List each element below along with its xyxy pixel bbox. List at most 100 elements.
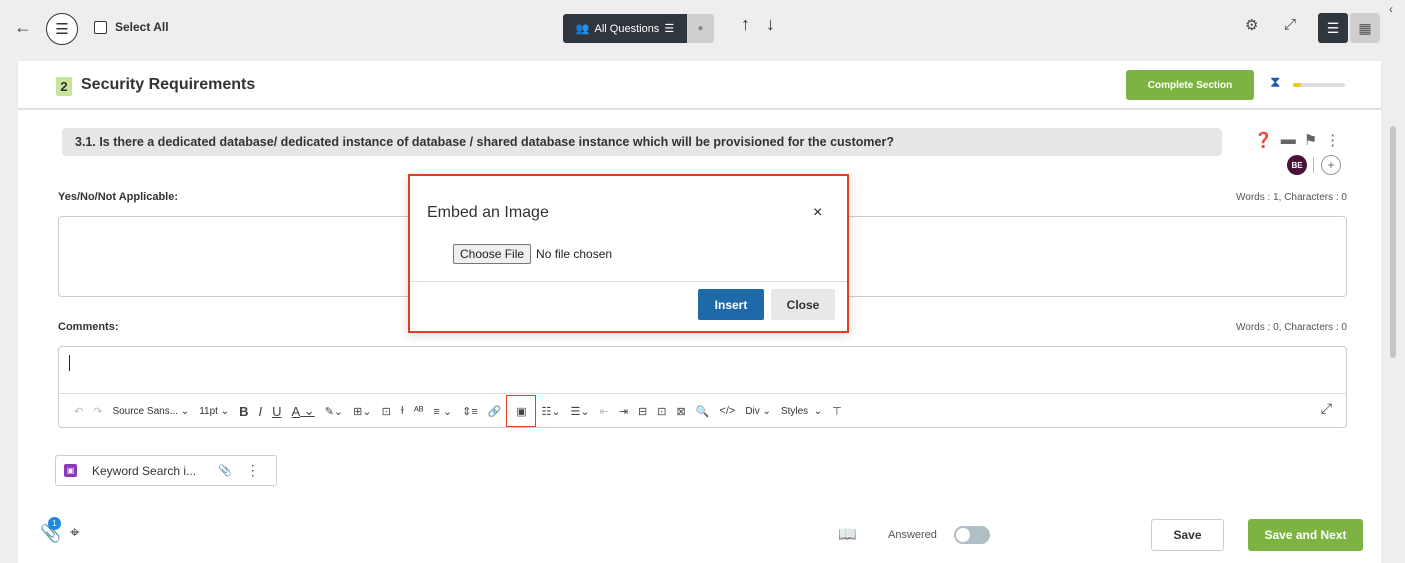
block-format-value: Div — [745, 405, 760, 417]
all-questions-label: All Questions — [594, 22, 660, 35]
highlight-icon[interactable]: ✎⌄ — [320, 399, 348, 423]
format-painter-icon[interactable]: ⊤ — [827, 399, 847, 423]
section-progress-fill — [1293, 83, 1301, 87]
person-icon: ● — [697, 23, 704, 34]
toggle-knob — [956, 528, 970, 542]
question-actions: ❓ ▬ ⚑ ⋮ — [1254, 131, 1340, 149]
file-picker: Choose File No file chosen — [453, 244, 612, 264]
link-icon[interactable]: 🔗 — [483, 399, 507, 423]
bold-button[interactable]: B — [234, 399, 253, 423]
underline-button[interactable]: U — [267, 399, 286, 423]
block-format-select[interactable]: Div ⌄ — [740, 399, 776, 423]
section-progress — [1293, 83, 1345, 87]
all-questions-filter[interactable]: 👥 All Questions ☰ — [563, 14, 687, 43]
comment-icon[interactable]: ▬ — [1281, 131, 1296, 149]
image-file-icon: ▣ — [64, 464, 77, 477]
hamburger-icon: ☰ — [55, 21, 69, 38]
answered-toggle[interactable] — [954, 526, 990, 544]
filter-sliders-icon: ☰ — [664, 23, 675, 35]
section-number: 2 — [56, 77, 72, 96]
collapse-caret-icon[interactable]: ‹ — [1389, 2, 1393, 16]
attachment-name: Keyword Search i... — [92, 463, 197, 478]
tag-icon[interactable]: ⌖ — [70, 523, 80, 543]
answer-counter: Words : 1, Characters : 0 — [1236, 192, 1347, 203]
avatar[interactable]: BE — [1287, 155, 1307, 175]
no-file-label: No file chosen — [536, 247, 613, 261]
save-and-next-button[interactable]: Save and Next — [1248, 519, 1363, 551]
answer-label: Yes/No/Not Applicable: — [58, 191, 179, 203]
code-icon[interactable]: </> — [714, 399, 740, 423]
select-all-checkbox[interactable] — [94, 20, 107, 34]
table-icon[interactable]: ⊞⌄ — [348, 399, 376, 423]
close-icon[interactable]: × — [813, 204, 822, 222]
redo-icon[interactable]: ↷ — [88, 399, 107, 423]
user-icon: 👥 — [575, 23, 590, 35]
clear-format-icon[interactable]: Ɨ — [396, 399, 409, 423]
numbered-list-icon[interactable]: ☰⌄ — [566, 399, 595, 423]
list-view-icon[interactable]: ☰ — [1318, 13, 1348, 43]
section-header: 2 Security Requirements Complete Section… — [18, 61, 1381, 109]
spellcheck-icon[interactable]: ᴬᴮ — [409, 399, 429, 423]
answered-label: Answered — [888, 529, 937, 541]
align-icon[interactable]: ≡ ⌄ — [428, 399, 457, 423]
comments-editor[interactable]: ↶ ↷ Source Sans... ⌄ 11pt ⌄ B I U A ⌄ ✎⌄… — [58, 346, 1347, 428]
font-color-label: A — [291, 403, 301, 419]
remove-box-icon[interactable]: ⊠ — [671, 399, 690, 423]
indent-icon[interactable]: ⇥ — [614, 399, 633, 423]
flag-icon[interactable]: ⚑ — [1304, 131, 1317, 149]
save-button[interactable]: Save — [1151, 519, 1224, 551]
font-color-button[interactable]: A ⌄ — [287, 399, 320, 423]
insert-button[interactable]: Insert — [698, 289, 764, 320]
embed-image-dialog: Embed an Image × Choose File No file cho… — [408, 174, 849, 333]
close-button[interactable]: Close — [771, 289, 835, 320]
font-size-select[interactable]: 11pt ⌄ — [194, 399, 234, 423]
editor-toolbar: ↶ ↷ Source Sans... ⌄ 11pt ⌄ B I U A ⌄ ✎⌄… — [59, 393, 1346, 428]
select-all-label: Select All — [115, 20, 169, 34]
dialog-divider — [410, 281, 847, 282]
font-family-value: Source Sans... — [112, 405, 179, 417]
menu-button[interactable]: ☰ — [46, 13, 78, 45]
question-text: 3.1. Is there a dedicated database/ dedi… — [62, 128, 1222, 156]
comments-label: Comments: — [58, 321, 119, 333]
avatar-separator — [1313, 157, 1314, 173]
arrow-down-icon[interactable]: ↓ — [766, 14, 775, 35]
styles-value: Styles — [780, 405, 809, 417]
gear-icon[interactable]: ⚙ — [1245, 16, 1258, 34]
italic-button[interactable]: I — [254, 399, 268, 423]
top-bar: ← ☰ Select All 👥 All Questions ☰ ● ↑ ↓ ⚙… — [0, 0, 1405, 58]
complete-section-button[interactable]: Complete Section — [1126, 70, 1254, 100]
arrow-up-icon[interactable]: ↑ — [741, 14, 750, 35]
book-icon[interactable]: 📖 — [838, 525, 857, 543]
choose-file-button[interactable]: Choose File — [453, 244, 532, 264]
outdent-icon[interactable]: ⇤ — [595, 399, 614, 423]
font-size-value: 11pt — [199, 405, 218, 417]
attachment-chip[interactable]: ▣ Keyword Search i... 📎 ⋮ — [55, 455, 277, 486]
insert-image-icon[interactable]: ▣ — [506, 395, 537, 427]
attachment-count-badge: 1 — [48, 517, 61, 530]
select-all-control[interactable]: Select All — [94, 20, 169, 34]
help-icon[interactable]: ❓ — [1254, 131, 1273, 149]
popout-editor-icon[interactable]: ⤢ — [1321, 400, 1332, 417]
expand-icon[interactable]: ⤢ — [1284, 16, 1296, 33]
styles-select[interactable]: Styles ⌄ — [776, 399, 827, 423]
line-height-icon[interactable]: ⇕≡ — [457, 399, 483, 423]
font-family-select[interactable]: Source Sans... ⌄ — [107, 399, 194, 423]
page-break-icon[interactable]: ⊟ — [633, 399, 652, 423]
add-assignee-button[interactable]: + — [1321, 155, 1341, 175]
comment-box-icon[interactable]: ⊡ — [652, 399, 671, 423]
comments-counter: Words : 0, Characters : 0 — [1236, 322, 1347, 333]
bullet-list-icon[interactable]: ☷⌄ — [536, 399, 565, 423]
back-arrow-icon[interactable]: ← — [14, 17, 32, 38]
scrollbar[interactable] — [1390, 126, 1396, 358]
grid-view-icon[interactable]: ▦ — [1350, 13, 1380, 43]
field-icon[interactable]: ⊡ — [377, 399, 396, 423]
paperclip-icon[interactable]: 📎 — [218, 464, 232, 477]
dialog-title: Embed an Image — [427, 204, 549, 221]
search-icon[interactable]: 🔍 — [691, 399, 715, 423]
section-title: Security Requirements — [81, 76, 256, 93]
more-icon[interactable]: ⋮ — [246, 462, 260, 479]
text-cursor — [69, 355, 70, 371]
more-icon[interactable]: ⋮ — [1325, 131, 1340, 149]
undo-icon[interactable]: ↶ — [69, 399, 88, 423]
user-filter-toggle[interactable]: ● — [687, 14, 714, 43]
